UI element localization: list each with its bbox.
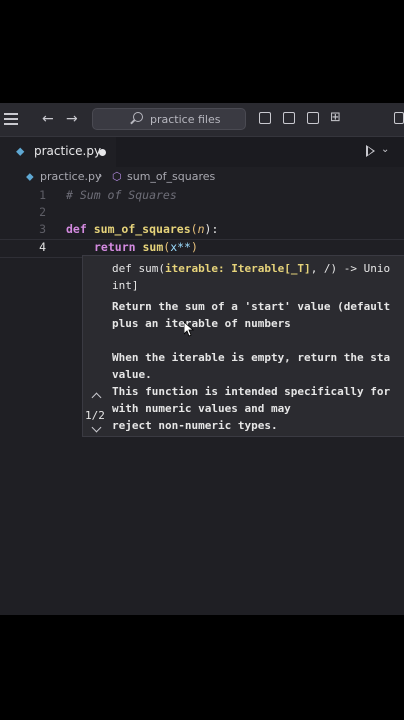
keyword-token: def: [66, 222, 87, 236]
tab-label: practice.py: [34, 144, 102, 158]
window-restore-icon[interactable]: [394, 112, 404, 124]
doc-line: with numeric values and may: [112, 402, 291, 415]
symbol-icon: ⬡: [112, 170, 122, 183]
doc-line: When the iterable is empty, return the s…: [112, 351, 391, 364]
forward-arrow-icon[interactable]: →: [66, 109, 78, 129]
sig-line-2: int]: [112, 279, 139, 292]
command-search-box[interactable]: practice files: [92, 108, 246, 130]
active-parameter: iterable: Iterable[_T]: [164, 262, 311, 275]
title-bar: ← → practice files ⊞: [0, 103, 404, 137]
menu-icon[interactable]: [4, 110, 18, 128]
search-icon: [133, 112, 143, 122]
paren-token: ): [190, 240, 198, 254]
breadcrumb-file[interactable]: practice.py: [40, 170, 101, 183]
signature-help-popup: def sum(iterable: Iterable[_T], /) -> Un…: [82, 255, 404, 437]
doc-line: value.: [112, 368, 152, 381]
search-placeholder: practice files: [150, 113, 221, 126]
run-icon[interactable]: [366, 145, 375, 157]
python-icon: ⬥: [26, 170, 34, 183]
param-token: n: [197, 222, 205, 236]
tab-practice-py[interactable]: ⬥ practice.py: [0, 137, 116, 167]
code-line-4: return sum(x**): [94, 240, 198, 254]
layout-icon[interactable]: ⊞: [330, 108, 341, 128]
tab-bar: ⬥ practice.py ⌄: [0, 137, 404, 167]
punct-token: ):: [204, 222, 219, 236]
line-number: 1: [39, 188, 46, 202]
chevron-down-icon[interactable]: ⌄: [381, 144, 389, 155]
breadcrumb: ⬥ practice.py › ⬡ sum_of_squares: [0, 167, 404, 187]
keyword-token: return: [94, 240, 136, 254]
doc-line: reject non-numeric types.: [112, 419, 278, 432]
overload-counter: 1/2: [85, 409, 105, 422]
line-number: 2: [39, 205, 46, 219]
sidebar-toggle-icon[interactable]: [259, 112, 271, 124]
signature-docstring: Return the sum of a 'start' value (defau…: [112, 298, 390, 434]
sig-rest: , /) -> Unio: [310, 262, 391, 275]
function-call-token: sum: [142, 240, 164, 254]
doc-line: Return the sum of a 'start' value (defau…: [112, 300, 391, 313]
expression-token: x**: [170, 240, 191, 254]
secondary-sidebar-icon[interactable]: [307, 112, 319, 124]
editor-window: ← → practice files ⊞ ⬥ practice.py ⌄ ⬥ p…: [0, 103, 404, 615]
paren-token: (: [190, 222, 198, 236]
sig-prefix: def sum(: [112, 262, 165, 275]
code-line-3: def sum_of_squares(n):: [66, 222, 218, 236]
python-icon: ⬥: [16, 144, 25, 158]
doc-line: This function is intended specifically f…: [112, 385, 391, 398]
doc-line: plus an iterable of numbers: [112, 317, 291, 330]
breadcrumb-symbol[interactable]: sum_of_squares: [127, 170, 215, 183]
function-name-token: sum_of_squares: [93, 222, 191, 236]
line-number: 3: [39, 222, 46, 236]
code-line-1: # Sum of Squares: [66, 188, 177, 202]
back-arrow-icon[interactable]: ←: [42, 109, 54, 129]
unsaved-dot-icon[interactable]: [99, 149, 106, 156]
line-number: 4: [39, 240, 46, 254]
signature-text: def sum(iterable: Iterable[_T], /) -> Un…: [112, 260, 390, 294]
comment-token: # Sum of Squares: [66, 188, 177, 202]
panel-toggle-icon[interactable]: [283, 112, 295, 124]
breadcrumb-separator: ›: [98, 169, 103, 182]
